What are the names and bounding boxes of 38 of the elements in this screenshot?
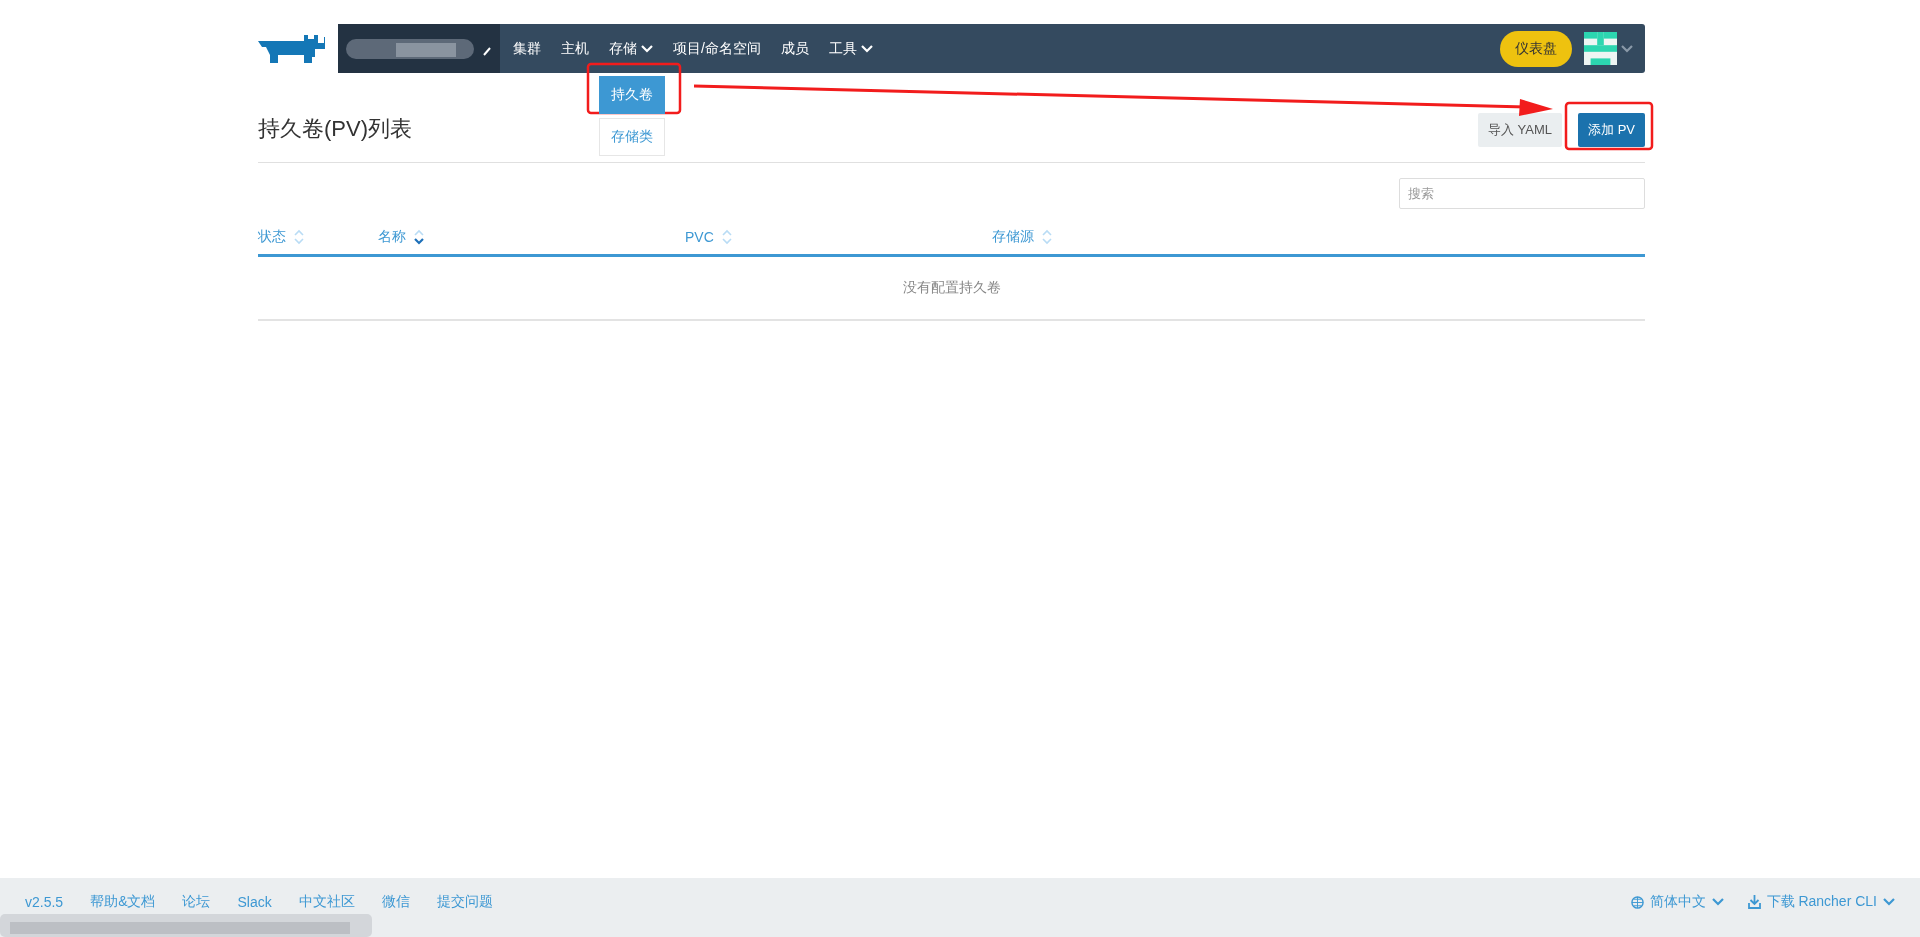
column-header[interactable]: PVC xyxy=(685,229,714,245)
chevron-icon xyxy=(1621,44,1633,53)
sort-icon xyxy=(294,229,304,245)
nav-item[interactable]: 项目/命名空间 xyxy=(663,39,771,58)
sort-icon xyxy=(1042,229,1052,245)
nav-item[interactable]: 集群 xyxy=(503,39,551,58)
logo-icon xyxy=(258,32,325,65)
footer-link[interactable]: Slack xyxy=(237,894,272,910)
chevron-icon xyxy=(1883,898,1895,906)
menu-item[interactable]: 存储类 xyxy=(599,117,665,156)
nav-item[interactable]: 主机 xyxy=(551,39,599,58)
chevron-icon xyxy=(1711,898,1724,906)
download-icon xyxy=(1747,895,1761,909)
footer-link[interactable]: 提交问题 xyxy=(436,893,493,911)
nav-item[interactable]: 成员 xyxy=(770,39,819,58)
footer-link[interactable]: 论坛 xyxy=(182,893,211,911)
add-button[interactable]: 添加 PV xyxy=(1578,113,1645,147)
menu-item[interactable]: 持久卷 xyxy=(599,75,665,114)
footer-link[interactable]: v2.5.5 xyxy=(25,894,64,910)
empty-message: 没有配置持久卷 xyxy=(902,279,1001,297)
search-field[interactable]: 搜索 xyxy=(1399,178,1645,209)
column-header[interactable]: 存储源 xyxy=(992,228,1034,246)
download-link[interactable]: 下载 Rancher CLI xyxy=(1747,893,1895,911)
footer-link[interactable]: 中文社区 xyxy=(298,893,355,911)
avatar-icon xyxy=(1584,32,1617,65)
sort-icon xyxy=(414,229,424,245)
nav-item[interactable]: 工具 xyxy=(818,39,883,58)
dashboard-button[interactable]: 仪表盘 xyxy=(1500,30,1572,67)
footer-link[interactable]: 帮助&文档 xyxy=(90,893,156,911)
column-header[interactable]: 状态 xyxy=(258,228,286,246)
globe-icon xyxy=(1630,895,1644,909)
language-selector[interactable]: 简体中文 xyxy=(1630,893,1724,911)
column-header[interactable]: 名称 xyxy=(378,228,406,246)
page-title: 持久卷(PV)列表 xyxy=(258,115,412,143)
sort-icon xyxy=(721,229,732,245)
footer-link[interactable]: 微信 xyxy=(381,893,410,911)
import-button[interactable]: 导入 YAML xyxy=(1477,113,1563,147)
nav-item[interactable]: 存储 xyxy=(599,39,663,58)
